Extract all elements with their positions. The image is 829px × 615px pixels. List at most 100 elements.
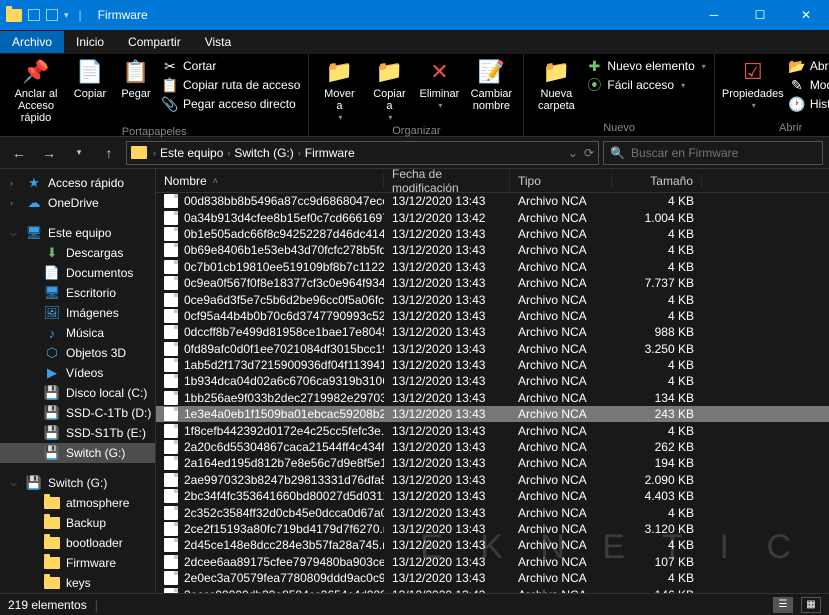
address-bar[interactable]: › Este equipo › Switch (G:) › Firmware ⌄… [126, 141, 599, 165]
move-to-button[interactable]: 📁Mover a▾ [317, 58, 361, 123]
sidebar-item[interactable]: Backup [0, 513, 155, 533]
icons-view-button[interactable]: ▦ [801, 597, 821, 613]
file-row[interactable]: 0ce9a6d3f5e7c5b6d2be96cc0f5a06fc.cnmt.nc… [156, 291, 829, 307]
col-date[interactable]: Fecha de modificación [384, 169, 510, 195]
rename-button[interactable]: 📝Cambiar nombre [467, 58, 515, 112]
sidebar-item[interactable]: ♪Música [0, 323, 155, 343]
breadcrumb[interactable]: Switch (G:) [232, 146, 295, 160]
file-row[interactable]: 2dcee6aa89175cfee7979480ba903ce.nca13/12… [156, 554, 829, 570]
file-row[interactable]: 2eccc99900db39e8584cc3654c4d988ef3.nca13… [156, 586, 829, 593]
open-button[interactable]: 📂Abrir▾ [789, 58, 829, 74]
search-input[interactable] [631, 146, 816, 160]
file-row[interactable]: 1bb256ae9f033b2dec2719982e2970335.nca13/… [156, 390, 829, 406]
qat-icon[interactable] [28, 9, 40, 21]
file-row[interactable]: 1b934dca04d02a6c6706ca9319b3106d.cnmt.nc… [156, 373, 829, 389]
file-row[interactable]: 2a164ed195d812b7e8e56c7d9e8f5e1b6.nca13/… [156, 455, 829, 471]
folder-icon [44, 536, 60, 550]
sidebar-item[interactable]: 💾Disco local (C:) [0, 383, 155, 403]
file-row[interactable]: 1e3e4a0eb1f1509ba01ebcac59208b27.nca13/1… [156, 406, 829, 422]
sidebar-item[interactable]: 💾Switch (G:) [0, 443, 155, 463]
sidebar-item[interactable]: Firmware [0, 553, 155, 573]
file-row[interactable]: 00d838bb8b5496a87cc9d6868047ecc3.cnmt.nc… [156, 193, 829, 209]
file-icon [164, 555, 178, 569]
file-row[interactable]: 0cf95a44b4b0b70c6d3747790993c529.cnmt.nc… [156, 308, 829, 324]
up-button[interactable]: ↑ [96, 140, 122, 166]
search-box[interactable]: 🔍 [603, 141, 823, 165]
refresh-icon[interactable]: ⟳ [584, 146, 594, 160]
file-row[interactable]: 2d45ce148e8dcc284e3b57fa28a745.nca13/12/… [156, 537, 829, 553]
file-row[interactable]: 0c7b01cb19810ee519109bf8b7c11220.cnmt.nc… [156, 259, 829, 275]
col-name[interactable]: Nombre˄ [156, 174, 384, 188]
breadcrumb[interactable]: Este equipo [158, 146, 225, 160]
copy-to-button[interactable]: 📁Copiar a▾ [367, 58, 411, 123]
copy-button[interactable]: 📄Copiar [70, 58, 110, 100]
new-item-button[interactable]: ✚Nuevo elemento▾ [586, 58, 705, 74]
edit-button[interactable]: ✎Modificar [789, 77, 829, 93]
file-icon [164, 506, 178, 520]
easy-access-button[interactable]: ⦿Fácil acceso▾ [586, 77, 705, 93]
maximize-button[interactable]: ☐ [737, 0, 783, 30]
dropdown-icon[interactable]: ⌄ [568, 146, 578, 160]
sidebar-item[interactable]: ▶Vídeos [0, 363, 155, 383]
tab-view[interactable]: Vista [193, 31, 243, 53]
copy-path-button[interactable]: 📋Copiar ruta de acceso [162, 77, 300, 93]
properties-button[interactable]: ☑Propiedades▾ [723, 58, 783, 111]
file-icon [164, 342, 178, 356]
file-icon [164, 309, 178, 323]
sidebar-item[interactable]: ›★Acceso rápido [0, 173, 155, 193]
history-button[interactable]: 🕐Historial [789, 96, 829, 112]
pin-button[interactable]: 📌Anclar al Acceso rápido [8, 58, 64, 124]
tab-home[interactable]: Inicio [64, 31, 116, 53]
file-row[interactable]: 2a20c6d55304867caca21544ff4c434fe.nca13/… [156, 439, 829, 455]
breadcrumb[interactable]: Firmware [303, 146, 357, 160]
close-button[interactable]: ✕ [783, 0, 829, 30]
file-row[interactable]: 0c9ea0f567f0f8e18377cf3c0e964f934.nca13/… [156, 275, 829, 291]
sidebar-item[interactable]: 📄Documentos [0, 263, 155, 283]
sidebar-item[interactable]: 💾SSD-C-1Tb (D:) [0, 403, 155, 423]
file-row[interactable]: 2e0ec3a70579fea7780809ddd9ac0c9aa.nca13/… [156, 570, 829, 586]
sidebar-item[interactable]: ⬡Objetos 3D [0, 343, 155, 363]
sidebar-item[interactable]: ›☁OneDrive [0, 193, 155, 213]
file-row[interactable]: 0fd89afc0d0f1ee7021084df3015bcc19.nca13/… [156, 341, 829, 357]
sidebar-item[interactable]: ⬇Descargas [0, 243, 155, 263]
new-folder-button[interactable]: 📁Nueva carpeta [532, 58, 580, 112]
file-row[interactable]: 0b69e8406b1e53eb43d70fcfc278b5fd.cnmt.nc… [156, 242, 829, 258]
file-row[interactable]: 0a34b913d4cfee8b15ef0c7cd6661697.nca13/1… [156, 209, 829, 225]
tab-share[interactable]: Compartir [116, 31, 193, 53]
file-row[interactable]: 2bc34f4fc353641660bd80027d5d0312.nca13/1… [156, 488, 829, 504]
file-row[interactable]: 2c352c3584ff32d0cb45e0dcca0d67a0.cnmt.nc… [156, 504, 829, 520]
qat-dropdown-icon[interactable]: ▾ [64, 10, 69, 21]
recent-button[interactable]: ▾ [66, 140, 92, 166]
sidebar-label: bootloader [66, 536, 123, 550]
delete-button[interactable]: ✕Eliminar▾ [417, 58, 461, 111]
qat-icon[interactable] [46, 9, 58, 21]
file-row[interactable]: 1f8cefb442392d0172e4c25cc5fefc3e.cnmt.nc… [156, 422, 829, 438]
sidebar-item[interactable]: 🖼Imágenes [0, 303, 155, 323]
sidebar-item[interactable]: 🖥Escritorio [0, 283, 155, 303]
tab-file[interactable]: Archivo [0, 31, 64, 53]
file-row[interactable]: 1ab5d2f173d7215900936df04f113941b.cnmt.n… [156, 357, 829, 373]
sidebar-item[interactable]: atmosphere [0, 493, 155, 513]
sidebar-item[interactable]: ⌵🖥Este equipo [0, 223, 155, 243]
col-size[interactable]: Tamaño [612, 174, 702, 188]
file-row[interactable]: 2ae9970323b8247b29813331d76dfa5b.nca13/1… [156, 472, 829, 488]
sidebar-item[interactable]: bootloader [0, 533, 155, 553]
details-view-button[interactable]: ☰ [773, 597, 793, 613]
sidebar-item[interactable]: keys [0, 573, 155, 593]
forward-button[interactable]: → [36, 140, 62, 166]
cut-button[interactable]: ✂Cortar [162, 58, 300, 74]
minimize-button[interactable]: ─ [691, 0, 737, 30]
sidebar-item[interactable]: ⌵💾Switch (G:) [0, 473, 155, 493]
paste-shortcut-button[interactable]: 📎Pegar acceso directo [162, 96, 300, 112]
file-row[interactable]: 0dccff8b7e499d81958ce1bae17e8045.nca13/1… [156, 324, 829, 340]
back-button[interactable]: ← [6, 140, 32, 166]
file-row[interactable]: 2ce2f15193a80fc719bd4179d7f6270.nca13/12… [156, 521, 829, 537]
sidebar-item[interactable]: 💾SSD-S1Tb (E:) [0, 423, 155, 443]
disk-icon: 💾 [44, 446, 60, 460]
file-icon [164, 456, 178, 470]
file-icon [164, 538, 178, 552]
col-type[interactable]: Tipo [510, 174, 612, 188]
paste-button[interactable]: 📋Pegar [116, 58, 156, 100]
file-row[interactable]: 0b1e505adc66f8c94252287d46dc4149.cnmt.nc… [156, 226, 829, 242]
sidebar-label: Vídeos [66, 366, 103, 380]
